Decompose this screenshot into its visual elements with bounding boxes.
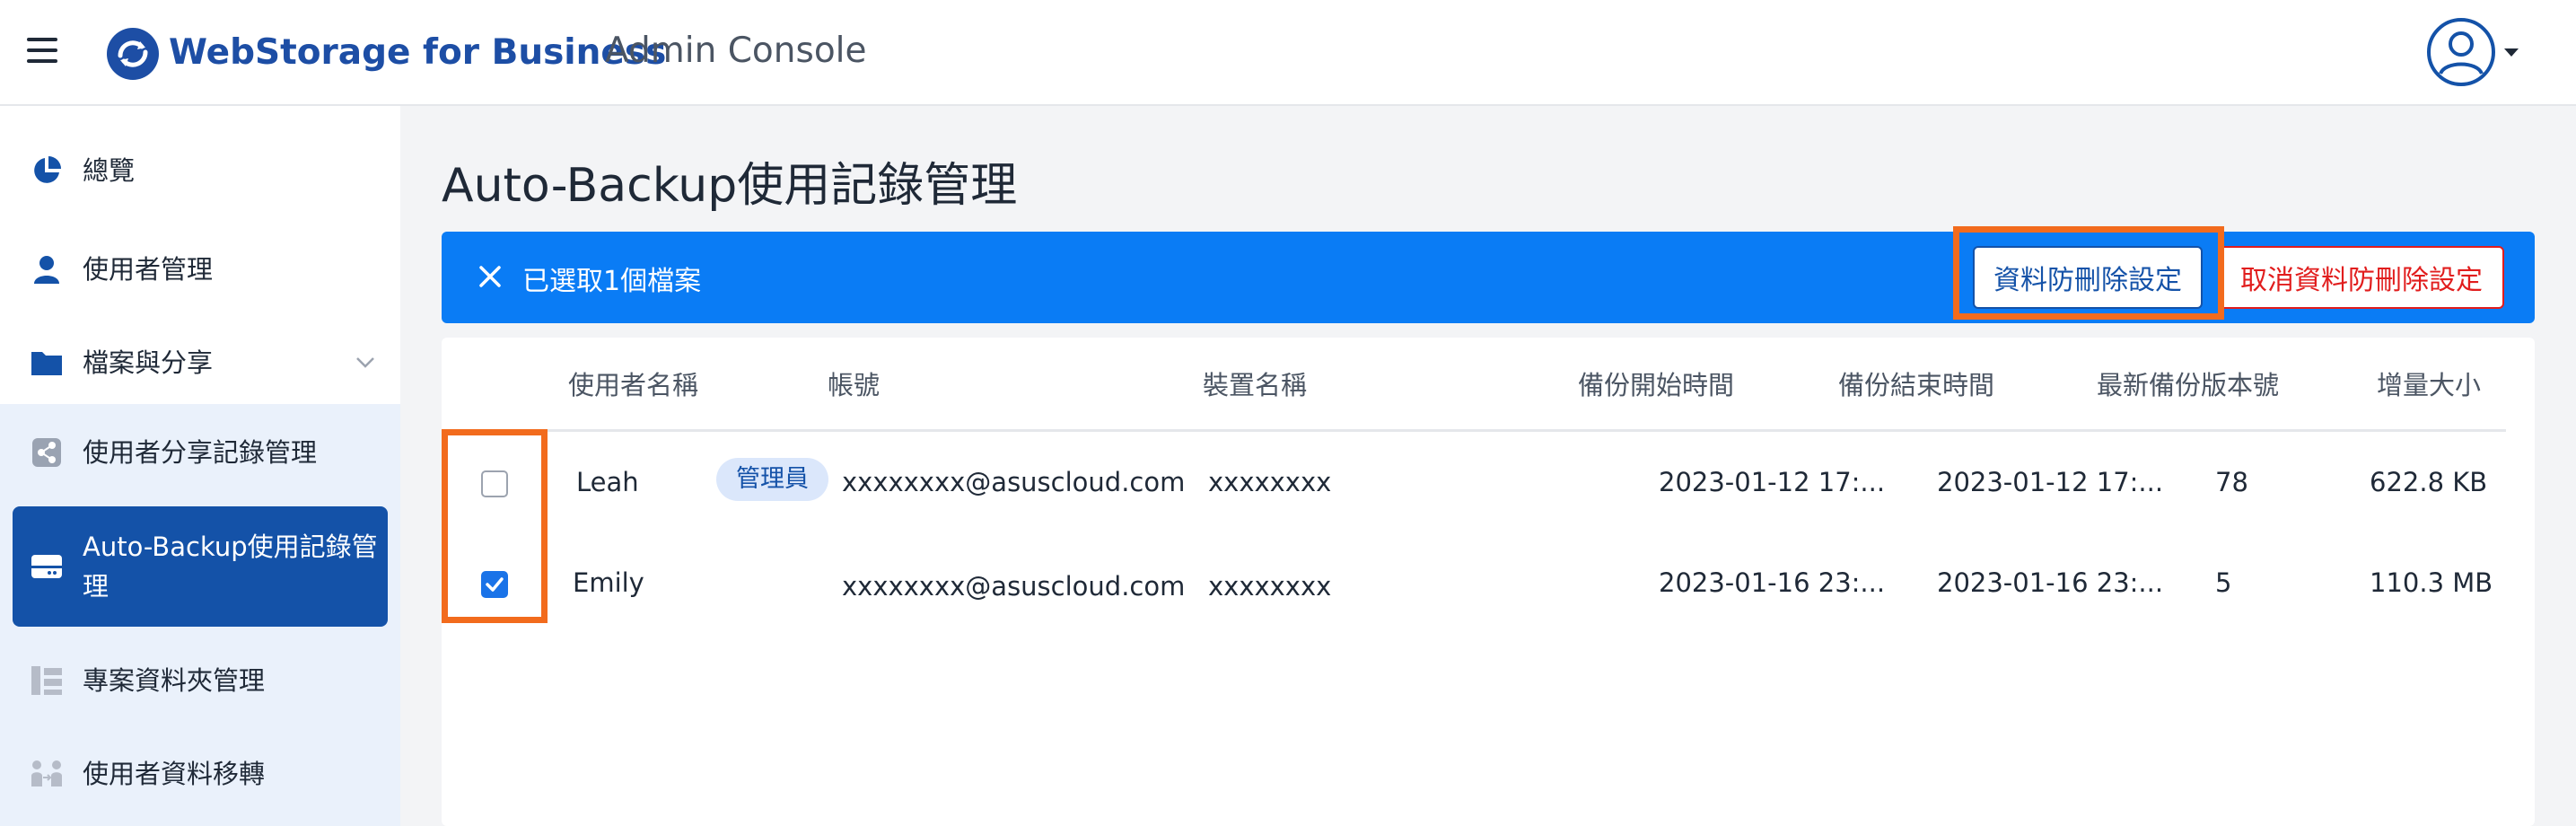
selection-count: 已選取1個檔案 [522, 266, 702, 297]
highlight-protect-button [1953, 226, 2224, 320]
menu-icon[interactable] [27, 38, 57, 63]
sidebar-item-label: 檔案與分享 [83, 347, 214, 378]
sidebar-item-label: 專案資料夾管理 [83, 665, 266, 696]
page-title: Auto-Backup使用記錄管理 [442, 159, 1018, 213]
row-account: xxxxxxxx@asuscloud.com [842, 467, 1186, 497]
close-icon[interactable] [478, 264, 503, 289]
brand-name: WebStorage for Business [169, 32, 667, 73]
column-header-backup-end[interactable]: 備份結束時間 [1838, 365, 1994, 402]
sidebar-item-user-data-transfer[interactable]: 使用者資料移轉 [13, 745, 388, 803]
highlight-checkbox-column [442, 429, 548, 623]
sidebar-item-files-sharing[interactable]: 檔案與分享 [13, 334, 388, 391]
sidebar-item-share-logs[interactable]: 使用者分享記錄管理 [13, 424, 388, 481]
row-size: 622.8 KB [2370, 467, 2488, 497]
row-backup-start: 2023-01-16 23:... [1659, 567, 1886, 598]
console-subtitle: Admin Console [605, 31, 867, 71]
folder-icon [29, 345, 65, 381]
column-header-account[interactable]: 帳號 [828, 365, 880, 402]
row-device: xxxxxxxx [1208, 467, 1332, 497]
user-avatar-icon[interactable] [2425, 16, 2497, 88]
user-icon [29, 251, 65, 287]
chevron-down-icon[interactable] [2502, 47, 2520, 59]
row-version: 78 [2215, 467, 2248, 497]
sidebar-item-users[interactable]: 使用者管理 [13, 241, 388, 298]
column-header-device[interactable]: 裝置名稱 [1203, 365, 1307, 402]
sidebar-item-label: 總覽 [83, 155, 136, 186]
row-size: 110.3 MB [2370, 567, 2493, 598]
row-backup-start: 2023-01-12 17:... [1659, 467, 1886, 497]
column-header-backup-start[interactable]: 備份開始時間 [1578, 365, 1734, 402]
header-divider [442, 429, 2506, 432]
share-icon [29, 435, 65, 470]
sidebar-item-label: 使用者資料移轉 [83, 759, 266, 789]
sidebar-item-overview[interactable]: 總覽 [13, 142, 388, 199]
row-username: Emily [573, 567, 644, 598]
chevron-down-icon[interactable] [355, 356, 375, 369]
sidebar-item-label: 使用者分享記錄管理 [83, 437, 318, 468]
column-header-username[interactable]: 使用者名稱 [568, 365, 698, 402]
row-version: 5 [2215, 567, 2232, 598]
app-header: WebStorage for Business Admin Console [0, 0, 2576, 106]
sidebar-item-auto-backup[interactable]: Auto-Backup使用記錄管理 [13, 506, 388, 627]
cancel-deletion-protection-button[interactable]: 取消資料防刪除設定 [2219, 246, 2504, 309]
backup-drive-icon [29, 549, 65, 584]
row-backup-end: 2023-01-16 23:... [1937, 567, 2164, 598]
row-backup-end: 2023-01-12 17:... [1937, 467, 2164, 497]
project-folder-icon [29, 663, 65, 699]
row-username: Leah [576, 467, 639, 497]
sidebar-item-label: 使用者管理 [83, 254, 214, 285]
sidebar: 總覽 使用者管理 檔案與分享 使用者分享記錄管理 Auto-Backup使用記錄… [0, 106, 400, 826]
row-account: xxxxxxxx@asuscloud.com [842, 571, 1186, 602]
user-transfer-icon [29, 756, 65, 792]
column-header-latest-version[interactable]: 最新備份版本號 [2097, 365, 2279, 402]
sidebar-item-label: Auto-Backup使用記錄管理 [83, 532, 378, 602]
pie-chart-icon [29, 153, 65, 189]
sidebar-item-project-folders[interactable]: 專案資料夾管理 [13, 652, 388, 709]
webstorage-logo-icon [107, 28, 159, 80]
column-header-increment-size[interactable]: 增量大小 [2377, 365, 2481, 402]
admin-badge: 管理員 [716, 458, 828, 501]
row-device: xxxxxxxx [1208, 571, 1332, 602]
